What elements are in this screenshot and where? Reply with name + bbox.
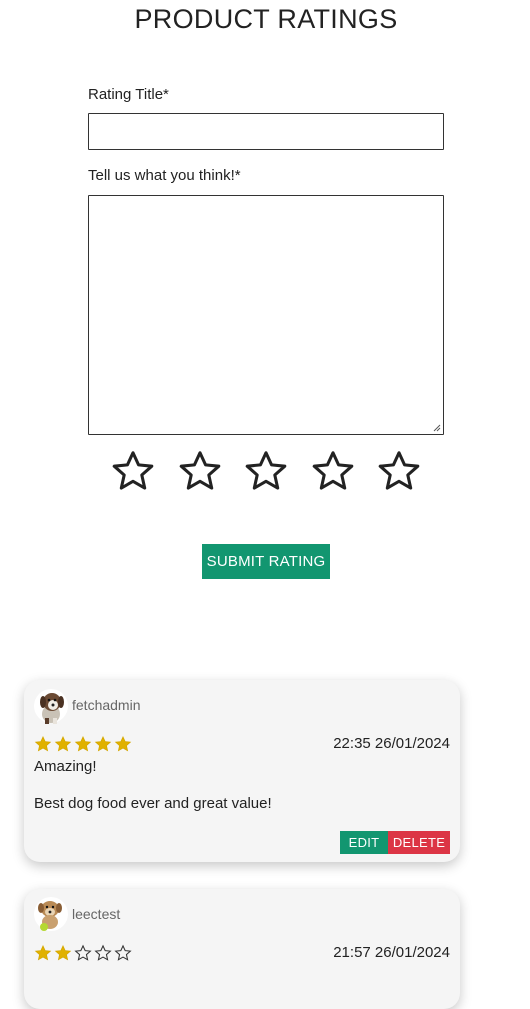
- star-filled-icon: [74, 735, 92, 752]
- star-filled-icon: [34, 735, 52, 752]
- comment-label: Tell us what you think!*: [88, 167, 241, 184]
- review-star-rating: [34, 944, 134, 962]
- submit-rating-button[interactable]: SUBMIT RATING: [202, 544, 330, 579]
- review-body: Best dog food ever and great value!: [34, 795, 272, 812]
- review-card: leectest 21:57 26/01/2024: [24, 889, 460, 1009]
- edit-button[interactable]: EDIT: [340, 831, 388, 854]
- star-option-4-icon[interactable]: [309, 448, 357, 494]
- page-title: PRODUCT RATINGS: [134, 4, 398, 34]
- review-card: fetchadmin 22:35 26/01/2024 Amazing! Bes…: [24, 680, 460, 862]
- star-option-3-icon[interactable]: [242, 448, 290, 494]
- star-filled-icon: [54, 944, 72, 961]
- star-option-1-icon[interactable]: [109, 448, 157, 494]
- review-timestamp: 21:57 26/01/2024: [333, 944, 450, 961]
- star-empty-icon: [74, 944, 92, 961]
- dog-avatar-icon: [34, 897, 68, 931]
- review-title: Amazing!: [34, 758, 97, 775]
- star-filled-icon: [54, 735, 72, 752]
- star-option-2-icon[interactable]: [176, 448, 224, 494]
- star-option-5-icon[interactable]: [375, 448, 423, 494]
- review-username: leectest: [72, 906, 121, 922]
- review-username: fetchadmin: [72, 697, 141, 713]
- star-filled-icon: [114, 735, 132, 752]
- review-star-rating: [34, 735, 134, 753]
- rating-title-label: Rating Title*: [88, 86, 169, 103]
- star-empty-icon: [114, 944, 132, 961]
- delete-button[interactable]: DELETE: [388, 831, 450, 854]
- resize-grip-icon[interactable]: [433, 424, 441, 432]
- rating-title-input[interactable]: [88, 113, 444, 150]
- comment-textarea[interactable]: [88, 195, 444, 435]
- star-filled-icon: [94, 735, 112, 752]
- review-timestamp: 22:35 26/01/2024: [333, 735, 450, 752]
- star-filled-icon: [34, 944, 52, 961]
- star-empty-icon: [94, 944, 112, 961]
- puppy-avatar-icon: [34, 689, 68, 724]
